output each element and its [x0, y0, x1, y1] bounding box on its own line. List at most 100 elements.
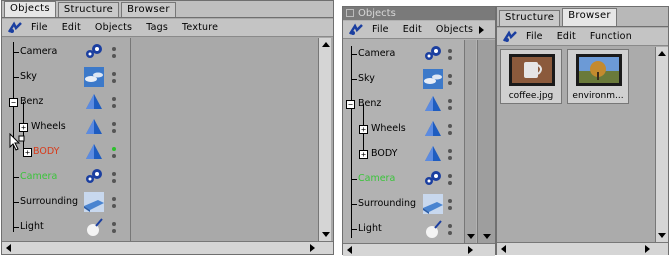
menu-file[interactable]: File	[372, 24, 389, 35]
menu-file[interactable]: File	[31, 22, 48, 33]
expand-toggle[interactable]: +	[359, 150, 368, 159]
object-name: Surrounding	[20, 196, 79, 207]
null-object-icon	[425, 146, 441, 161]
object-name: Wheels	[31, 121, 66, 132]
expand-toggle[interactable]: +	[359, 125, 368, 134]
list-item[interactable]: + Wheels	[343, 117, 463, 142]
coffee-mug-image	[509, 54, 555, 86]
tab-bar: Objects Structure Browser	[2, 1, 333, 18]
object-name: Light	[358, 223, 382, 234]
object-name: BODY	[33, 146, 60, 157]
object-name: Camera	[20, 46, 58, 57]
horizontal-scrollbar[interactable]	[343, 243, 495, 256]
collapse-toggle[interactable]: −	[346, 100, 355, 109]
tab-browser[interactable]: Browser	[562, 8, 617, 26]
floor-icon	[423, 194, 443, 214]
file-name: environm...	[572, 91, 624, 101]
scroll-left-arrow[interactable]	[347, 246, 352, 254]
horizontal-scrollbar[interactable]	[2, 241, 333, 254]
null-object-icon	[86, 144, 102, 159]
list-item[interactable]: Sky	[343, 67, 463, 92]
object-tree: Camera Sky − Benz + Wheels + BODY Camera	[343, 40, 463, 243]
visibility-dot[interactable]	[112, 147, 116, 151]
tab-structure[interactable]: Structure	[57, 2, 120, 17]
list-item[interactable]: − Benz	[2, 90, 130, 115]
scroll-right-arrow[interactable]	[310, 244, 315, 252]
object-name: Wheels	[371, 123, 406, 134]
object-name: Camera	[20, 171, 58, 182]
menu-bar: File Edit Function	[497, 28, 668, 46]
menu-edit[interactable]: Edit	[62, 22, 81, 33]
scroll-left-arrow[interactable]	[6, 244, 11, 252]
list-item[interactable]: − Benz	[343, 92, 463, 117]
scroll-down-arrow[interactable]	[658, 233, 666, 238]
object-name: Camera	[358, 48, 396, 59]
horizontal-scrollbar[interactable]	[497, 242, 668, 255]
list-item[interactable]: + BODY	[343, 142, 463, 167]
tab-browser[interactable]: Browser	[121, 2, 176, 17]
camera-icon	[86, 169, 102, 183]
vertical-scrollbar[interactable]	[655, 47, 668, 242]
object-name: Sky	[358, 73, 375, 84]
scroll-right-arrow[interactable]	[468, 246, 473, 254]
menu-bar: File Edit Objects Tags Texture	[2, 19, 333, 37]
list-item[interactable]: Light	[343, 217, 463, 242]
scroll-left-arrow[interactable]	[501, 245, 506, 253]
scroll-up-arrow[interactable]	[658, 51, 666, 56]
scroll-up-arrow[interactable]	[322, 42, 330, 47]
light-icon	[87, 218, 103, 236]
scroll-right-arrow[interactable]	[645, 245, 650, 253]
tab-structure[interactable]: Structure	[499, 10, 561, 26]
camera-icon	[425, 171, 441, 185]
landscape-image	[576, 54, 622, 86]
object-name: Surrounding	[358, 198, 417, 209]
camera-icon	[84, 42, 104, 62]
object-name: Light	[20, 221, 44, 232]
menu-objects[interactable]: Objects	[95, 22, 132, 33]
object-name: Benz	[358, 98, 382, 109]
list-item[interactable]: Light	[2, 215, 130, 240]
menu-function[interactable]: Function	[590, 31, 632, 42]
list-item[interactable]: Camera	[2, 165, 130, 190]
objects-manager-left: Objects Structure Browser File Edit Obje…	[1, 0, 334, 255]
menu-tags[interactable]: Tags	[146, 22, 168, 33]
object-tool-icon[interactable]	[347, 22, 365, 37]
window-titlebar[interactable]: Objects	[343, 7, 495, 20]
list-item[interactable]: Camera	[343, 42, 463, 67]
file-name: coffee.jpg	[508, 91, 554, 101]
null-object-icon	[86, 119, 102, 134]
object-name: BODY	[371, 148, 398, 159]
null-object-icon	[425, 96, 441, 111]
menu-edit[interactable]: Edit	[403, 24, 422, 35]
tab-bar: Structure Browser	[497, 7, 668, 27]
object-name: Benz	[20, 96, 44, 107]
menu-edit[interactable]: Edit	[557, 31, 576, 42]
browser-manager: Structure Browser File Edit Function cof…	[496, 6, 669, 255]
menu-file[interactable]: File	[526, 31, 543, 42]
objects-manager-right: Objects File Edit Objects Camera Sky − B…	[342, 6, 496, 256]
list-item[interactable]: Sky	[2, 65, 130, 90]
collapse-toggle[interactable]: −	[9, 98, 18, 107]
splitter-scrollbar[interactable]	[477, 40, 495, 243]
expand-toggle[interactable]: +	[19, 123, 28, 132]
tab-objects[interactable]: Objects	[4, 1, 56, 17]
close-box-icon[interactable]	[346, 9, 354, 17]
vertical-scrollbar[interactable]	[318, 38, 331, 241]
scroll-down-arrow[interactable]	[483, 234, 491, 239]
object-tool-icon[interactable]	[501, 29, 519, 44]
menu-objects[interactable]: Objects	[436, 24, 473, 35]
scroll-down-arrow[interactable]	[322, 232, 330, 237]
list-item[interactable]: Surrounding	[2, 190, 130, 215]
file-thumbnail[interactable]: environm...	[567, 49, 629, 104]
list-item[interactable]: Surrounding	[343, 192, 463, 217]
object-tool-icon[interactable]	[6, 20, 24, 35]
file-thumbnail[interactable]: coffee.jpg	[500, 49, 562, 104]
scroll-down-arrow[interactable]	[467, 234, 475, 239]
list-item[interactable]: Camera	[2, 40, 130, 65]
camera-icon	[425, 46, 441, 60]
list-item[interactable]: Camera	[343, 167, 463, 192]
menu-texture[interactable]: Texture	[182, 22, 218, 33]
window-title: Objects	[358, 8, 396, 19]
menu-more-arrow-icon[interactable]	[479, 25, 485, 34]
vertical-scrollbar[interactable]	[464, 40, 476, 243]
